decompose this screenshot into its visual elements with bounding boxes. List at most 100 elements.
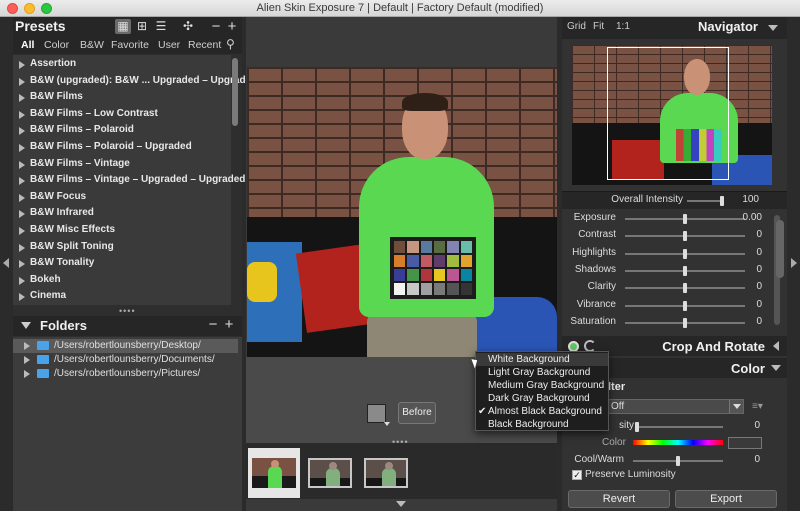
disclosure-triangle-icon[interactable]: [24, 342, 30, 350]
filter-select[interactable]: Off: [606, 399, 744, 414]
search-icon[interactable]: ⚲: [226, 37, 235, 51]
overall-intensity-knob[interactable]: [720, 196, 724, 206]
disclosure-triangle-icon[interactable]: [19, 94, 25, 103]
remove-folder-icon[interactable]: −: [205, 317, 221, 332]
adjustment-value[interactable]: 0: [756, 281, 762, 292]
disclosure-triangle-icon[interactable]: [19, 61, 25, 69]
folders-collapse-icon[interactable]: [21, 322, 31, 329]
collapse-right-panel-icon[interactable]: [791, 258, 797, 268]
list-view-icon[interactable]: ☰: [153, 19, 169, 34]
panel-splitter-handle[interactable]: ••••: [119, 306, 136, 316]
preset-category[interactable]: B&W (upgraded): B&W ... Upgraded – Upgra…: [13, 74, 257, 90]
before-button[interactable]: Before: [398, 402, 436, 424]
disclosure-triangle-icon[interactable]: [24, 356, 30, 364]
overall-intensity-track[interactable]: [687, 200, 722, 202]
preset-category[interactable]: B&W Films – Vintage: [13, 157, 231, 173]
cool-warm-value[interactable]: 0: [754, 454, 760, 465]
preset-category[interactable]: B&W Misc Effects: [13, 223, 231, 239]
color-collapse-icon[interactable]: [771, 365, 781, 371]
adjustment-knob[interactable]: [683, 231, 687, 242]
adjustment-value[interactable]: 0: [756, 316, 762, 327]
preset-category[interactable]: B&W Films: [13, 90, 231, 106]
navigator-grid-option[interactable]: Grid: [567, 21, 586, 32]
background-dropdown-caret-icon[interactable]: [384, 422, 390, 426]
adjustment-value[interactable]: 0: [756, 299, 762, 310]
preset-category[interactable]: Bokeh: [13, 273, 231, 289]
navigator-collapse-icon[interactable]: [768, 25, 778, 31]
background-menu-item[interactable]: ✔ Almost Black Background: [476, 405, 608, 418]
remove-preset-icon[interactable]: −: [208, 19, 224, 34]
disclosure-triangle-icon[interactable]: [19, 177, 25, 186]
preset-category[interactable]: B&W Films – Low Contrast: [13, 107, 231, 123]
disclosure-triangle-icon[interactable]: [24, 370, 30, 378]
filter-color-spectrum[interactable]: [633, 440, 723, 445]
filmstrip-thumb[interactable]: [248, 448, 300, 498]
disclosure-triangle-icon[interactable]: [19, 193, 25, 202]
adjustment-knob[interactable]: [683, 300, 687, 311]
collapse-all-icon[interactable]: ✣: [180, 19, 196, 34]
preset-category[interactable]: B&W Tonality: [13, 256, 231, 272]
disclosure-triangle-icon[interactable]: [19, 77, 25, 86]
add-preset-icon[interactable]: +: [224, 19, 240, 34]
adjustment-value[interactable]: 0: [756, 247, 762, 258]
preset-list-scrollbar[interactable]: [232, 58, 238, 126]
preserve-luminosity-checkbox[interactable]: ✓ Preserve Luminosity: [572, 469, 676, 480]
main-photo[interactable]: [247, 67, 557, 357]
background-menu-item[interactable]: Dark Gray Background: [476, 392, 608, 405]
tab-favorite[interactable]: Favorite: [111, 39, 149, 51]
disclosure-triangle-icon[interactable]: [19, 110, 25, 119]
overall-intensity-value[interactable]: 100: [742, 194, 759, 205]
adjustment-value[interactable]: 0.00: [743, 212, 762, 223]
background-menu-item[interactable]: Black Background: [476, 418, 608, 431]
collapse-left-panel-icon[interactable]: [3, 258, 9, 268]
folder-row[interactable]: /Users/robertlounsberry/Desktop/: [13, 339, 238, 353]
adjustment-knob[interactable]: [683, 283, 687, 294]
tab-all[interactable]: All: [21, 39, 34, 51]
preset-category[interactable]: B&W Focus: [13, 190, 231, 206]
cool-warm-knob[interactable]: [676, 456, 680, 466]
adjustment-knob[interactable]: [683, 214, 687, 224]
right-panel-scrollbar[interactable]: [776, 220, 784, 278]
navigator-view-frame[interactable]: [607, 47, 729, 180]
adjustment-knob[interactable]: [683, 265, 687, 276]
disclosure-triangle-icon[interactable]: [19, 210, 25, 219]
preset-category[interactable]: B&W Films – Polaroid: [13, 123, 231, 139]
disclosure-triangle-icon[interactable]: [19, 260, 25, 269]
background-menu-item[interactable]: Medium Gray Background: [476, 379, 608, 392]
background-menu-item[interactable]: Light Gray Background: [476, 366, 608, 379]
disclosure-triangle-icon[interactable]: [19, 160, 25, 169]
preset-category[interactable]: B&W Films – Vintage – Upgraded – Upgrade…: [13, 173, 245, 189]
filmstrip-thumb[interactable]: [304, 448, 356, 498]
preset-category[interactable]: Assertion: [13, 57, 231, 73]
filter-intensity-track[interactable]: [635, 426, 723, 428]
tab-color[interactable]: Color: [44, 39, 69, 51]
preset-category[interactable]: B&W Infrared: [13, 206, 231, 222]
tab-user[interactable]: User: [158, 39, 180, 51]
preset-category[interactable]: B&W Films – Polaroid – Upgraded: [13, 140, 231, 156]
revert-button[interactable]: Revert: [568, 490, 670, 508]
disclosure-triangle-icon[interactable]: [19, 127, 25, 136]
filter-intensity-value[interactable]: 0: [754, 420, 760, 431]
navigator-fit-option[interactable]: Fit: [593, 21, 604, 32]
filter-color-swatch[interactable]: [728, 437, 762, 449]
add-folder-icon[interactable]: +: [221, 317, 237, 332]
preserve-luminosity-check-icon[interactable]: ✓: [572, 470, 582, 480]
adjustment-value[interactable]: 0: [756, 264, 762, 275]
disclosure-triangle-icon[interactable]: [19, 293, 25, 302]
preset-category[interactable]: Cinema: [13, 289, 231, 305]
preset-category[interactable]: B&W Split Toning: [13, 240, 231, 256]
disclosure-triangle-icon[interactable]: [19, 227, 25, 235]
tab-recent[interactable]: Recent: [188, 39, 221, 51]
crop-rotate-expand-icon[interactable]: [773, 341, 779, 351]
adjustment-value[interactable]: 0: [756, 229, 762, 240]
disclosure-triangle-icon[interactable]: [19, 276, 25, 285]
disclosure-triangle-icon[interactable]: [19, 243, 25, 252]
filter-dropdown-icon[interactable]: [729, 400, 743, 413]
filmstrip-thumb[interactable]: [360, 448, 412, 498]
background-color-button[interactable]: [367, 404, 386, 423]
folder-row[interactable]: /Users/robertlounsberry/Pictures/: [13, 367, 238, 381]
adjustment-knob[interactable]: [683, 317, 687, 328]
small-grid-view-icon[interactable]: ⊞: [134, 19, 150, 34]
filter-options-icon[interactable]: ≡▾: [752, 401, 763, 412]
export-button[interactable]: Export: [675, 490, 777, 508]
